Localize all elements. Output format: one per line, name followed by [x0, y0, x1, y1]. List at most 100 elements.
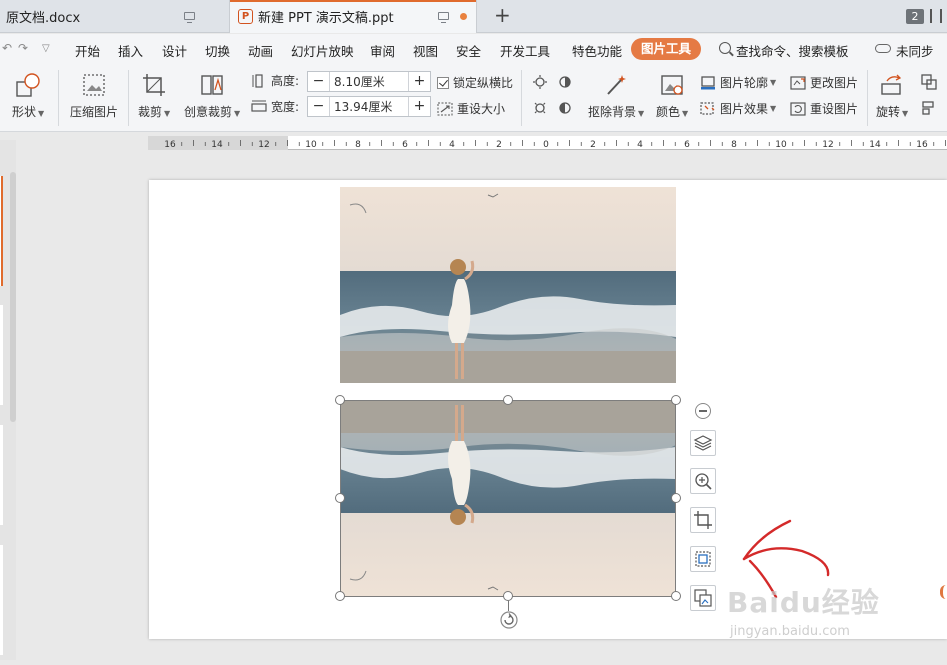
checkbox-checked-icon [437, 76, 449, 89]
cloud-sync-icon[interactable] [875, 44, 891, 53]
change-picture-icon [790, 75, 806, 90]
reset-picture-label: 重设图片 [810, 102, 859, 116]
width-icon [251, 100, 267, 114]
shape-button[interactable]: 形状 ▼ [12, 72, 44, 120]
crop-button[interactable]: 裁剪 ▼ [138, 72, 170, 120]
menu-devtools[interactable]: 开发工具 [500, 41, 550, 60]
picture-effect-icon [700, 101, 716, 116]
color-button[interactable]: 颜色 ▼ [656, 72, 688, 120]
undo-icon[interactable]: ↶ [2, 41, 12, 55]
resize-handle-top-right[interactable] [671, 395, 681, 405]
tab-docx[interactable]: 原文档.docx [0, 0, 225, 33]
reset-picture-button[interactable]: 重设图片 [790, 100, 858, 117]
resize-handle-top-left[interactable] [335, 395, 345, 405]
picture-effect-label: 图片效果 [720, 102, 769, 116]
picture-outline-label: 图片轮廓 [720, 76, 769, 90]
thumbnail-scrollbar[interactable] [10, 172, 16, 422]
ruler-label: 10 [775, 140, 787, 150]
align-icon[interactable] [921, 100, 937, 119]
rotate-button[interactable]: 旋转 ▼ [876, 72, 908, 120]
shape-label: 形状 [12, 105, 37, 119]
beach-photo[interactable] [340, 187, 676, 383]
menu-bar: ↶ ↷ ▽ 开始 插入 设计 切换 动画 幻灯片放映 审阅 视图 安全 开发工具… [0, 34, 947, 64]
rotate-handle-icon[interactable] [500, 611, 518, 632]
menu-security[interactable]: 安全 [456, 41, 481, 60]
slide-thumbnail-2[interactable] [0, 305, 3, 405]
slide-thumbnail-1[interactable] [0, 176, 3, 286]
contrast-down-icon[interactable] [557, 100, 573, 119]
brightness-up-icon[interactable] [532, 74, 548, 93]
menu-review[interactable]: 审阅 [370, 41, 395, 60]
layers-icon[interactable] [690, 430, 716, 456]
menu-picture-tools[interactable]: 图片工具 [631, 38, 701, 60]
menu-insert[interactable]: 插入 [118, 41, 143, 60]
baidu-watermark: Baidu经验 [727, 586, 880, 619]
creative-crop-icon [199, 72, 225, 98]
brightness-down-icon[interactable] [532, 100, 548, 119]
rotate-handle-stem [508, 601, 509, 611]
menu-transition[interactable]: 切换 [205, 41, 230, 60]
sync-status[interactable]: 未同步 [896, 41, 934, 60]
replace-image-icon[interactable] [690, 585, 716, 611]
slide-thumbnail-4[interactable] [0, 545, 3, 655]
ruler-label: 6 [684, 140, 690, 150]
picture-color-icon [659, 72, 685, 98]
menu-animation[interactable]: 动画 [248, 41, 273, 60]
window-bars-icon[interactable] [930, 9, 942, 23]
ruler-label: 2 [590, 140, 596, 150]
resize-handle-bottom-right[interactable] [671, 591, 681, 601]
search-icon[interactable] [719, 42, 731, 54]
change-picture-button[interactable]: 更改图片 [790, 74, 858, 91]
resize-handle-top[interactable] [503, 395, 513, 405]
resize-handle-bottom-left[interactable] [335, 591, 345, 601]
rotate-label: 旋转 [876, 105, 901, 119]
ruler-label: 10 [305, 140, 317, 150]
combine-icon[interactable] [921, 74, 937, 93]
collapse-toolbar-icon[interactable] [695, 403, 711, 419]
resize-handle-left[interactable] [335, 493, 345, 503]
search-command-text[interactable]: 查找命令、搜索模板 [736, 41, 849, 60]
redo-icon[interactable]: ↷ [18, 41, 28, 55]
menu-slideshow[interactable]: 幻灯片放映 [291, 41, 354, 60]
height-value[interactable]: 8.10厘米 [330, 73, 408, 90]
height-field[interactable]: − 8.10厘米 + [307, 71, 431, 92]
ppt-logo-icon: P [238, 9, 253, 24]
picture-outline-icon [700, 75, 716, 90]
picture-outline-button[interactable]: 图片轮廓 ▼ [700, 74, 776, 91]
ruler-label: 16 [916, 140, 928, 150]
ruler-label: 2 [496, 140, 502, 150]
creative-crop-button[interactable]: 创意裁剪 ▼ [184, 72, 240, 120]
resize-handle-bottom[interactable] [503, 591, 513, 601]
remove-background-label: 抠除背景 [588, 105, 637, 119]
new-tab-plus-icon[interactable]: + [494, 5, 511, 25]
width-field[interactable]: − 13.94厘米 + [307, 96, 431, 117]
resize-handle-right[interactable] [671, 493, 681, 503]
remove-background-button[interactable]: 抠除背景 ▼ [588, 72, 644, 120]
lock-ratio-checkbox[interactable]: 锁定纵横比 [437, 74, 513, 91]
window-count-badge[interactable]: 2 [906, 9, 924, 24]
menu-view[interactable]: 视图 [413, 41, 438, 60]
crop-icon[interactable] [690, 507, 716, 533]
fit-frame-icon[interactable] [690, 546, 716, 572]
width-increment-button[interactable]: + [408, 97, 430, 116]
tab-docx-label: 原文档.docx [6, 11, 81, 26]
menu-home[interactable]: 开始 [75, 41, 100, 60]
monitor-icon [184, 12, 195, 23]
zoom-in-icon[interactable] [690, 468, 716, 494]
width-value[interactable]: 13.94厘米 [330, 98, 408, 115]
width-decrement-button[interactable]: − [308, 97, 330, 116]
slide-thumbnail-3[interactable] [0, 425, 3, 525]
compress-picture-icon [81, 72, 107, 98]
reset-size-button[interactable]: 重设大小 [437, 100, 505, 117]
tab-ppt[interactable]: P 新建 PPT 演示文稿.ppt [229, 0, 477, 33]
height-decrement-button[interactable]: − [308, 72, 330, 91]
compress-picture-button[interactable]: 压缩图片 [70, 72, 118, 120]
picture-effect-button[interactable]: 图片效果 ▼ [700, 100, 776, 117]
height-label-group: 高度: [251, 72, 299, 89]
change-picture-label: 更改图片 [810, 76, 859, 90]
menu-features[interactable]: 特色功能 [572, 41, 622, 60]
menu-design[interactable]: 设计 [162, 41, 187, 60]
height-increment-button[interactable]: + [408, 72, 430, 91]
contrast-up-icon[interactable] [557, 74, 573, 93]
chevron-down-icon[interactable]: ▽ [42, 43, 50, 54]
